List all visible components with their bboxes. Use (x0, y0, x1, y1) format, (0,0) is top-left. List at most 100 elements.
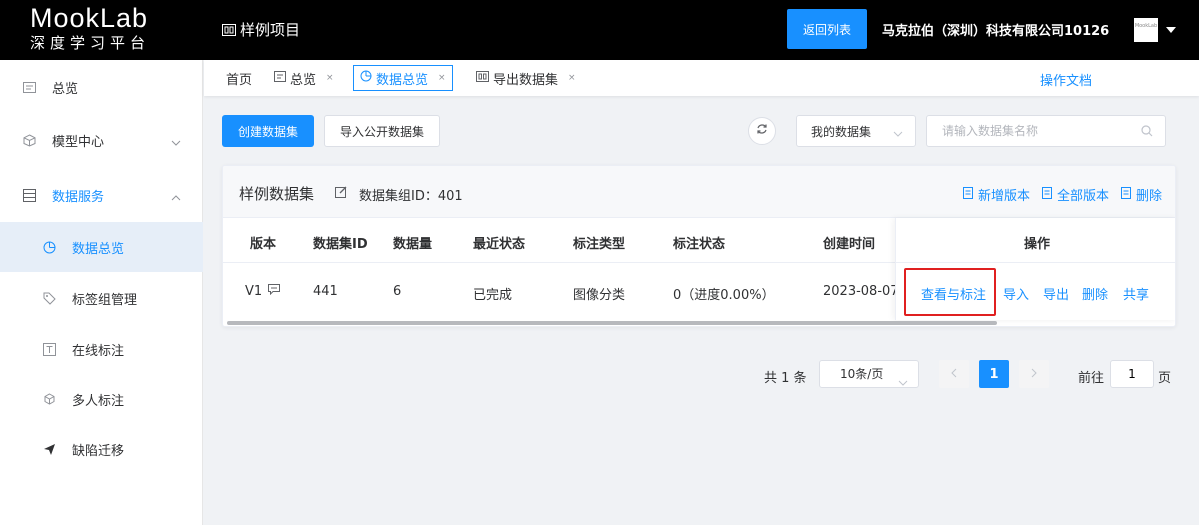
send-icon (42, 442, 56, 456)
all-versions-button[interactable]: 全部版本 (1041, 185, 1109, 204)
import-link[interactable]: 导入 (1003, 284, 1029, 303)
sidebar-item-multi-annotation[interactable]: 多人标注 (0, 374, 203, 424)
project-title: 样例项目 (222, 19, 300, 40)
sidebar-item-label: 在线标注 (72, 343, 125, 359)
pie-chart-icon (360, 70, 372, 86)
column-header-count: 数据量 (393, 237, 433, 252)
refresh-button[interactable] (748, 117, 776, 145)
header-divider (896, 262, 1175, 263)
cell-created: 2023-08-07 (823, 284, 899, 299)
dataset-group-id: 数据集组ID：401 (359, 189, 463, 204)
text-box-icon (42, 342, 56, 356)
comment-icon[interactable] (268, 284, 281, 299)
next-page-button[interactable] (1019, 360, 1049, 388)
sidebar-item-data-overview[interactable]: 数据总览 (0, 222, 203, 272)
column-header-status: 最近状态 (473, 237, 526, 252)
view-and-annotate-link[interactable]: 查看与标注 (921, 284, 986, 303)
page-number-current[interactable]: 1 (979, 360, 1009, 388)
horizontal-scrollbar[interactable] (227, 321, 997, 325)
export-link[interactable]: 导出 (1043, 284, 1069, 303)
sidebar-item-model-center[interactable]: 模型中心 (0, 115, 203, 165)
chevron-down-icon (893, 126, 903, 140)
tab-home[interactable]: 首页 (220, 65, 258, 91)
close-icon[interactable]: × (326, 73, 334, 83)
dataset-card: 样例数据集 数据集组ID：401 新增版本 全部版本 删除 版本 数据集ID 数… (222, 165, 1176, 327)
action-label: 新增版本 (977, 189, 1030, 204)
avatar[interactable]: MookLab (1134, 18, 1158, 42)
action-label: 全部版本 (1056, 189, 1109, 204)
dataset-title: 样例数据集 (239, 185, 315, 203)
chevron-down-icon (898, 369, 908, 395)
cell-label-type: 图像分类 (573, 288, 626, 303)
dataset-icon (476, 70, 489, 86)
sidebar-item-data-service[interactable]: 数据服务 (0, 170, 203, 220)
share-link[interactable]: 共享 (1123, 284, 1149, 303)
column-header-label-type: 标注类型 (573, 237, 626, 252)
tab-data-overview[interactable]: 数据总览 × (353, 65, 453, 91)
pie-chart-icon (42, 240, 56, 254)
add-version-button[interactable]: 新增版本 (962, 185, 1030, 204)
select-value: 我的数据集 (811, 124, 872, 139)
column-header-operations: 操作 (1023, 237, 1050, 252)
multi-cube-icon (42, 392, 56, 406)
sidebar-item-online-annotation[interactable]: 在线标注 (0, 324, 203, 374)
tabs-bar: 首页 总览 × 数据总览 × 导出数据集 × 操作文档 (204, 60, 1199, 96)
search-icon[interactable] (1141, 125, 1153, 141)
prev-page-button[interactable] (939, 360, 969, 388)
delete-dataset-button[interactable]: 删除 (1120, 185, 1162, 204)
page-size-select[interactable]: 10条/页 (819, 360, 919, 388)
card-header: 样例数据集 数据集组ID：401 新增版本 全部版本 删除 (223, 166, 1175, 218)
card-header-actions: 新增版本 全部版本 删除 (962, 185, 1162, 204)
tab-overview[interactable]: 总览 × (268, 65, 340, 91)
tab-label: 首页 (226, 72, 253, 88)
document-icon (962, 186, 973, 203)
operation-docs-link[interactable]: 操作文档 (1040, 70, 1092, 89)
sidebar-item-label: 总览 (52, 81, 79, 97)
user-menu-caret-icon[interactable] (1166, 27, 1176, 33)
cell-status: 已完成 (473, 288, 513, 303)
tab-label: 导出数据集 (493, 72, 559, 88)
cube-icon (22, 133, 36, 147)
dataset-scope-select[interactable]: 我的数据集 (796, 115, 916, 147)
goto-page-input[interactable] (1110, 360, 1154, 388)
goto-suffix: 页 (1158, 371, 1172, 386)
chevron-right-icon (1031, 367, 1037, 381)
import-public-dataset-button[interactable]: 导入公开数据集 (324, 115, 440, 147)
column-header-label-status: 标注状态 (673, 237, 726, 252)
back-to-list-button[interactable]: 返回列表 (787, 9, 867, 49)
tab-export-dataset[interactable]: 导出数据集 × (470, 65, 582, 91)
sidebar-item-overview[interactable]: 总览 (0, 62, 203, 112)
cell-label-status: 0（进度0.00%） (673, 288, 775, 303)
logo-sub-text: 深度学习平台 (30, 34, 151, 52)
version-text: V1 (245, 284, 263, 299)
close-icon[interactable]: × (568, 73, 576, 83)
logo: MookLab 深度学习平台 (30, 4, 180, 54)
sidebar-item-label: 数据总览 (72, 241, 125, 257)
sidebar-item-label: 数据服务 (52, 189, 105, 205)
sidebar-item-label: 标签组管理 (72, 292, 138, 308)
cell-version: V1 (245, 284, 281, 299)
database-icon (22, 188, 36, 202)
close-icon[interactable]: × (438, 73, 446, 83)
search-input[interactable] (927, 116, 1127, 146)
project-icon (222, 23, 236, 36)
document-icon (1041, 186, 1052, 203)
create-dataset-button[interactable]: 创建数据集 (222, 115, 314, 147)
sidebar-item-label: 模型中心 (52, 134, 105, 150)
refresh-icon (756, 123, 768, 139)
sidebar-item-defect-migration[interactable]: 缺陷迁移 (0, 424, 203, 474)
cell-dataset-id: 441 (313, 284, 338, 299)
action-label: 删除 (1135, 189, 1162, 204)
column-header-created: 创建时间 (823, 237, 876, 252)
logo-main-text: MookLab (30, 3, 149, 33)
overview-icon (274, 70, 286, 86)
delete-link[interactable]: 删除 (1082, 284, 1108, 303)
project-title-text: 样例项目 (240, 21, 301, 39)
chevron-left-icon (951, 367, 957, 381)
column-header-version: 版本 (250, 237, 277, 252)
edit-icon[interactable] (335, 186, 347, 202)
tab-label: 总览 (290, 72, 317, 88)
goto-label: 前往 (1078, 371, 1105, 386)
tag-icon (42, 291, 56, 305)
sidebar-item-tag-groups[interactable]: 标签组管理 (0, 273, 203, 323)
